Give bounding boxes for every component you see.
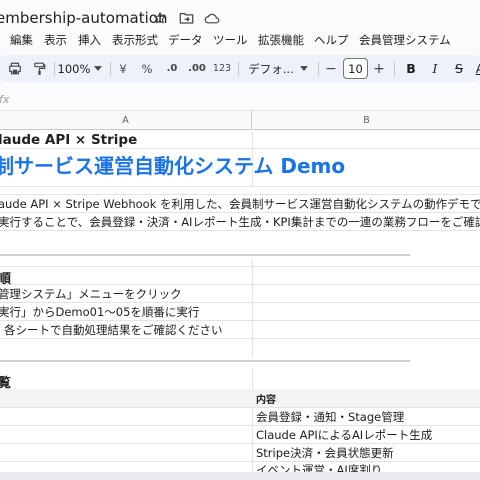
- menu-extensions[interactable]: 拡張機能: [258, 32, 304, 48]
- sheet-subtitle: laude API × Stripe: [0, 132, 138, 148]
- grid-line: [0, 338, 480, 339]
- table-header-row: [0, 389, 480, 407]
- column-header-b[interactable]: B: [253, 111, 480, 130]
- chevron-down-icon[interactable]: [298, 55, 310, 82]
- grid-line: [0, 302, 480, 303]
- menu-format[interactable]: 表示形式: [112, 32, 158, 48]
- toolbar-divider: [318, 62, 319, 76]
- grid-line: [0, 407, 480, 408]
- description-line-2: 実行することで、会員登録・決済・AIレポート生成・KPI集計までの一連の業務フロ…: [0, 215, 480, 229]
- table-header-content: 内容: [256, 394, 276, 406]
- grid-line: [0, 425, 480, 426]
- fx-icon: fx: [0, 93, 10, 106]
- menu-tools[interactable]: ツール: [213, 32, 248, 48]
- percent-format-button[interactable]: %: [140, 55, 154, 82]
- star-icon[interactable]: [152, 10, 168, 26]
- move-folder-icon[interactable]: [178, 10, 194, 26]
- table-row: イベント運営・AI席割り: [256, 463, 383, 472]
- strikethrough-button[interactable]: S: [452, 55, 466, 82]
- zoom-select[interactable]: 100%: [56, 55, 92, 82]
- bold-button[interactable]: B: [404, 55, 418, 82]
- document-title[interactable]: embership-automation: [0, 9, 167, 27]
- formula-bar[interactable]: fx: [0, 90, 480, 111]
- sheet-grid[interactable]: laude API × Stripe 制サービス運営自動化システム Demo a…: [0, 130, 480, 472]
- font-size-input[interactable]: 10: [343, 58, 368, 79]
- number-format-button[interactable]: 123: [212, 55, 232, 82]
- grid-line: [0, 443, 480, 444]
- decrease-font-size-button[interactable]: −: [324, 55, 338, 82]
- table-row: 会員登録・通知・Stage管理: [256, 410, 405, 424]
- table-row: Stripe決済・会員状態更新: [256, 446, 394, 460]
- sheet-title: 制サービス運営自動化システム Demo: [0, 154, 346, 178]
- steps-heading: 順: [0, 272, 12, 287]
- italic-button[interactable]: I: [428, 55, 442, 82]
- toolbar-divider: [110, 62, 111, 76]
- print-icon[interactable]: [6, 55, 24, 82]
- grid-line: [0, 148, 480, 149]
- grid-line: [252, 368, 253, 472]
- table-row: Claude APIによるAIレポート生成: [256, 428, 433, 442]
- menu-help[interactable]: ヘルプ: [314, 32, 349, 48]
- section-separator: [0, 254, 410, 256]
- toolbar-divider: [54, 62, 55, 76]
- column-header-a[interactable]: A: [0, 111, 252, 130]
- menu-bar: 編集 表示 挿入 表示形式 データ ツール 拡張機能 ヘルプ 会員管理システム: [0, 30, 480, 48]
- cloud-status-icon[interactable]: [204, 10, 220, 26]
- chevron-down-icon[interactable]: [92, 55, 104, 82]
- grid-line: [252, 260, 253, 358]
- menu-edit[interactable]: 編集: [10, 32, 33, 48]
- toolbar-divider: [394, 62, 395, 76]
- toolbar-divider: [238, 62, 239, 76]
- menu-data[interactable]: データ: [168, 32, 203, 48]
- grid-line: [0, 186, 480, 187]
- paint-format-icon[interactable]: [30, 55, 48, 82]
- grid-line: [0, 461, 480, 462]
- toolbar: 100% ¥ % .0 .00 123 デフォ... − 10 + B I S …: [0, 55, 480, 82]
- grid-line: [0, 194, 480, 195]
- grid-line: [0, 230, 480, 231]
- decrease-decimal-button[interactable]: .0: [162, 55, 182, 82]
- increase-decimal-button[interactable]: .00: [186, 55, 208, 82]
- menu-insert[interactable]: 挿入: [78, 32, 101, 48]
- menu-view[interactable]: 表示: [44, 32, 67, 48]
- grid-line: [0, 212, 480, 213]
- grid-line: [0, 266, 480, 267]
- description-line-1: aude API × Stripe Webhook を利用した、会員制サービス運…: [0, 197, 480, 211]
- grid-line: [0, 284, 480, 285]
- step-item-3: 各シートで自動処理結果をご確認ください: [4, 323, 223, 337]
- title-bar: embership-automation: [0, 0, 480, 30]
- step-item-2: 実行」からDemo01〜05を順番に実行: [0, 305, 200, 319]
- horizontal-scrollbar[interactable]: [0, 472, 480, 480]
- menu-membership-system[interactable]: 会員管理システム: [359, 32, 451, 48]
- text-color-button[interactable]: A: [474, 55, 480, 82]
- font-family-select[interactable]: デフォ...: [248, 55, 294, 82]
- increase-font-size-button[interactable]: +: [372, 55, 386, 82]
- grid-line: [0, 320, 480, 321]
- currency-format-button[interactable]: ¥: [116, 55, 130, 82]
- step-item-1: 管理システム」メニューをクリック: [0, 287, 182, 301]
- title-actions: [152, 10, 220, 26]
- section-separator: [0, 360, 410, 362]
